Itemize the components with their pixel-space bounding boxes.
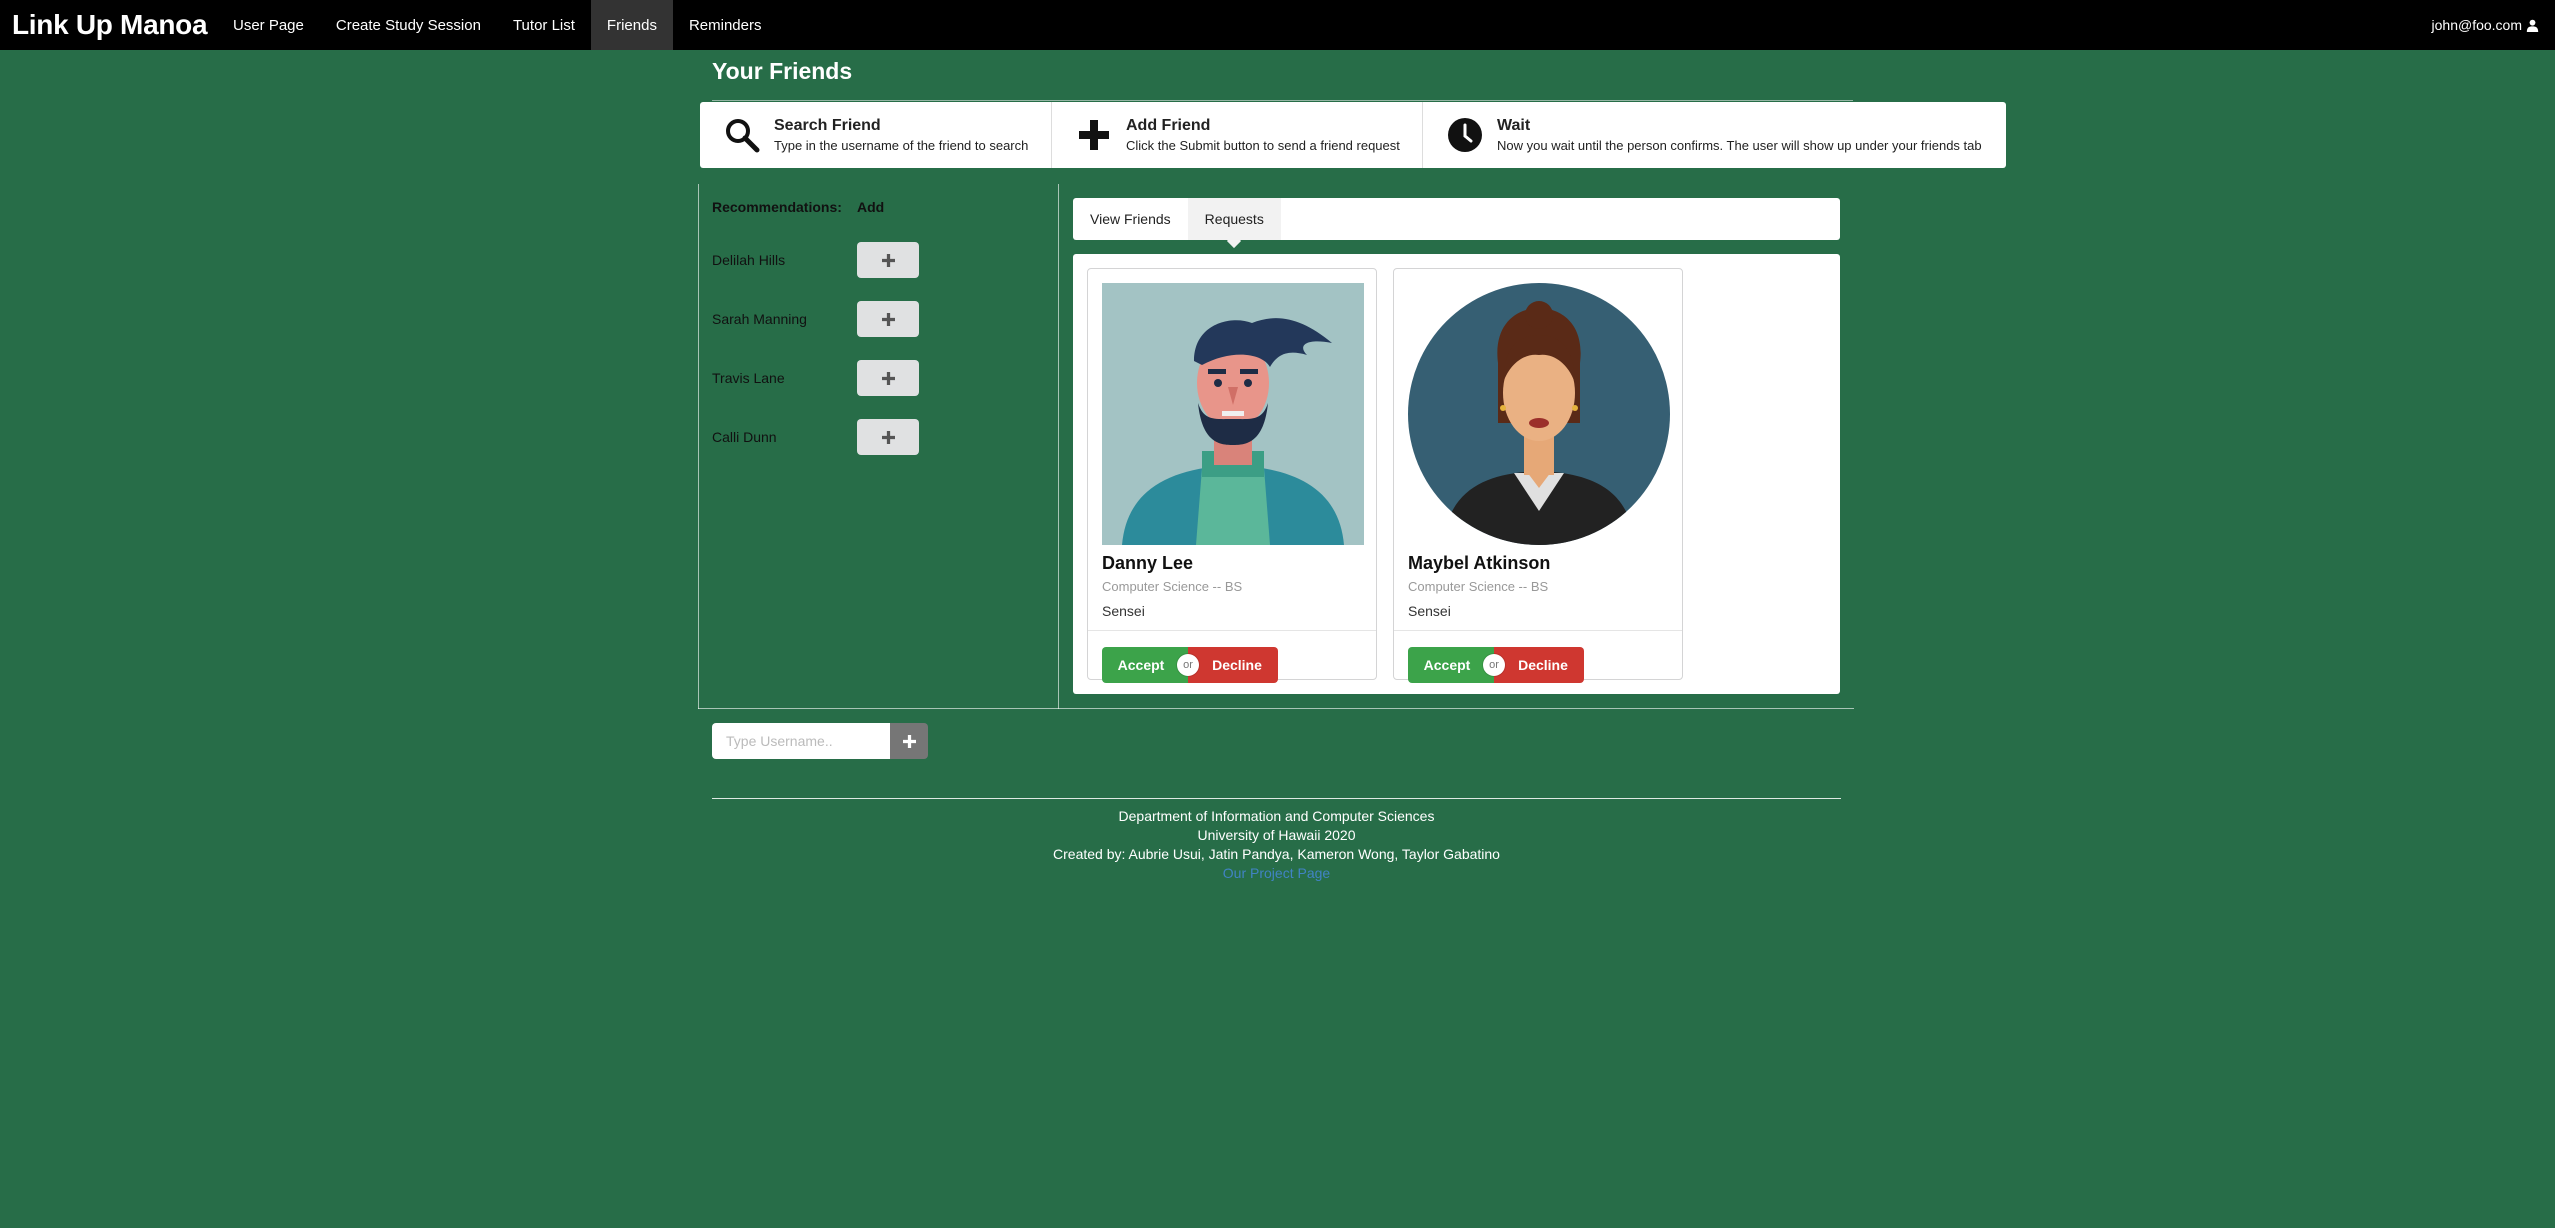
clock-icon xyxy=(1448,118,1482,152)
username-input[interactable] xyxy=(712,723,890,759)
step-add-friend: Add Friend Click the Submit button to se… xyxy=(1052,102,1423,168)
step-wait: Wait Now you wait until the person confi… xyxy=(1423,102,2006,168)
plus-icon xyxy=(881,430,895,444)
footer: Department of Information and Computer S… xyxy=(712,807,1841,883)
footer-department: Department of Information and Computer S… xyxy=(1118,808,1435,824)
title-divider xyxy=(712,100,1853,101)
page-title: Your Friends xyxy=(712,58,853,84)
project-page-link[interactable]: Our Project Page xyxy=(712,864,1841,883)
nav-item-tutor-list[interactable]: Tutor List xyxy=(497,0,591,50)
add-friend-button[interactable] xyxy=(857,360,919,396)
card-divider xyxy=(1088,630,1376,631)
user-email: john@foo.com xyxy=(2431,17,2522,33)
step-title: Wait xyxy=(1497,117,1531,134)
footer-divider xyxy=(712,798,1841,799)
recommendation-row: Sarah Manning xyxy=(712,301,919,337)
recommendations-header: Recommendations: xyxy=(712,199,842,215)
decline-button[interactable]: Decline xyxy=(1188,647,1278,683)
plus-icon xyxy=(1079,120,1109,150)
tab-view-friends[interactable]: View Friends xyxy=(1073,198,1188,240)
plus-icon xyxy=(881,371,895,385)
recommendation-row: Calli Dunn xyxy=(712,419,919,455)
decline-button[interactable]: Decline xyxy=(1494,647,1584,683)
top-nav: Link Up Manoa User Page Create Study Ses… xyxy=(0,0,2555,50)
step-description: Click the Submit button to send a friend… xyxy=(1126,138,1400,153)
step-title: Search Friend xyxy=(774,117,881,134)
nav-item-friends[interactable]: Friends xyxy=(590,0,673,50)
step-title: Add Friend xyxy=(1126,117,1211,134)
man-avatar xyxy=(1102,283,1364,545)
user-icon xyxy=(2526,19,2539,32)
request-description: Sensei xyxy=(1102,603,1145,619)
nav-item-reminders[interactable]: Reminders xyxy=(673,0,778,50)
add-friend-button[interactable] xyxy=(857,419,919,455)
recommendation-row: Travis Lane xyxy=(712,360,919,396)
steps-bar: Search Friend Type in the username of th… xyxy=(700,102,2006,168)
request-description: Sensei xyxy=(1408,603,1451,619)
search-icon xyxy=(726,119,760,153)
add-column-header: Add xyxy=(857,199,885,215)
request-card: Maybel Atkinson Computer Science -- BS S… xyxy=(1393,268,1683,683)
nav-item-user-page[interactable]: User Page xyxy=(217,0,320,50)
step-description: Type in the username of the friend to se… xyxy=(774,138,1029,153)
requests-panel: Danny Lee Computer Science -- BS Sensei … xyxy=(1073,254,1840,694)
recommendation-name: Travis Lane xyxy=(712,370,785,386)
submit-friend-button[interactable] xyxy=(890,723,928,759)
plus-icon xyxy=(902,734,916,748)
request-name: Maybel Atkinson xyxy=(1408,553,1551,573)
plus-icon xyxy=(881,253,895,267)
nav-item-create-study-session[interactable]: Create Study Session xyxy=(320,0,497,50)
request-name: Danny Lee xyxy=(1102,553,1194,573)
accept-button[interactable]: Accept xyxy=(1408,647,1494,683)
card-divider xyxy=(1394,630,1682,631)
user-menu[interactable]: john@foo.com xyxy=(2432,0,2539,50)
recommendation-name: Delilah Hills xyxy=(712,252,786,268)
friends-tabs: View Friends Requests xyxy=(1073,198,1840,240)
or-separator: or xyxy=(1177,654,1199,676)
accept-button[interactable]: Accept xyxy=(1102,647,1188,683)
tab-requests[interactable]: Requests xyxy=(1187,198,1281,240)
step-description: Now you wait until the person confirms. … xyxy=(1497,138,1982,153)
woman-avatar xyxy=(1408,283,1670,545)
recommendation-name: Calli Dunn xyxy=(712,429,777,445)
request-card: Danny Lee Computer Science -- BS Sensei … xyxy=(1087,268,1377,683)
footer-university: University of Hawaii 2020 xyxy=(1197,827,1356,843)
add-friend-button[interactable] xyxy=(857,242,919,278)
request-major: Computer Science -- BS xyxy=(1102,579,1243,594)
plus-icon xyxy=(881,312,895,326)
footer-credits: Created by: Aubrie Usui, Jatin Pandya, K… xyxy=(1053,846,1500,862)
step-search-friend: Search Friend Type in the username of th… xyxy=(700,102,1052,168)
or-separator: or xyxy=(1483,654,1505,676)
request-major: Computer Science -- BS xyxy=(1408,579,1549,594)
recommendation-name: Sarah Manning xyxy=(712,311,807,327)
recommendation-row: Delilah Hills xyxy=(712,242,919,278)
panel-divider xyxy=(698,708,1854,709)
add-friend-button[interactable] xyxy=(857,301,919,337)
brand-logo[interactable]: Link Up Manoa xyxy=(0,9,217,41)
